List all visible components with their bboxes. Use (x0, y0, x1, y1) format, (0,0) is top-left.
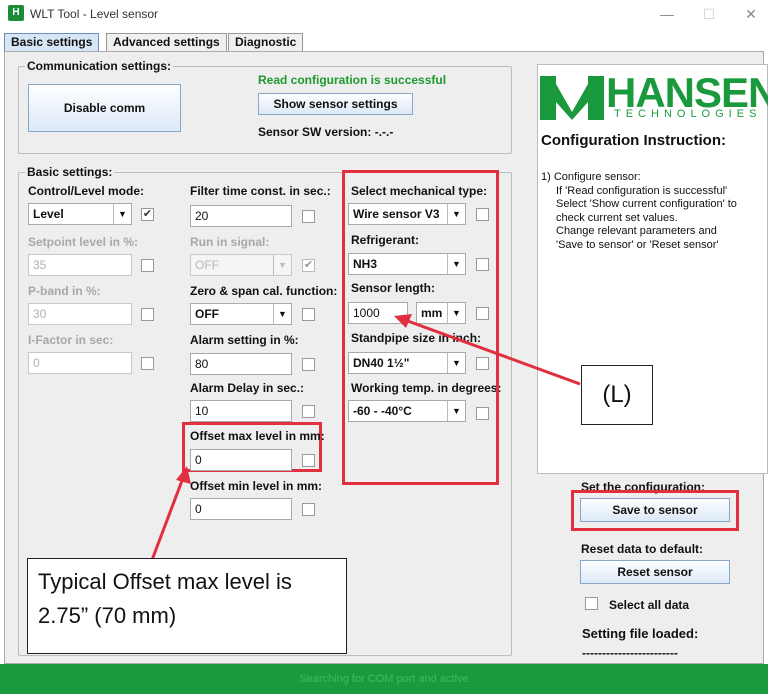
callout-L: (L) (581, 365, 653, 425)
arrow-to-sensor-length (404, 318, 581, 386)
callout-offset-note: Typical Offset max level is 2.75” (70 mm… (27, 558, 347, 654)
arrow-head-offset-max (176, 466, 191, 484)
arrow-to-offset-max (150, 477, 185, 561)
